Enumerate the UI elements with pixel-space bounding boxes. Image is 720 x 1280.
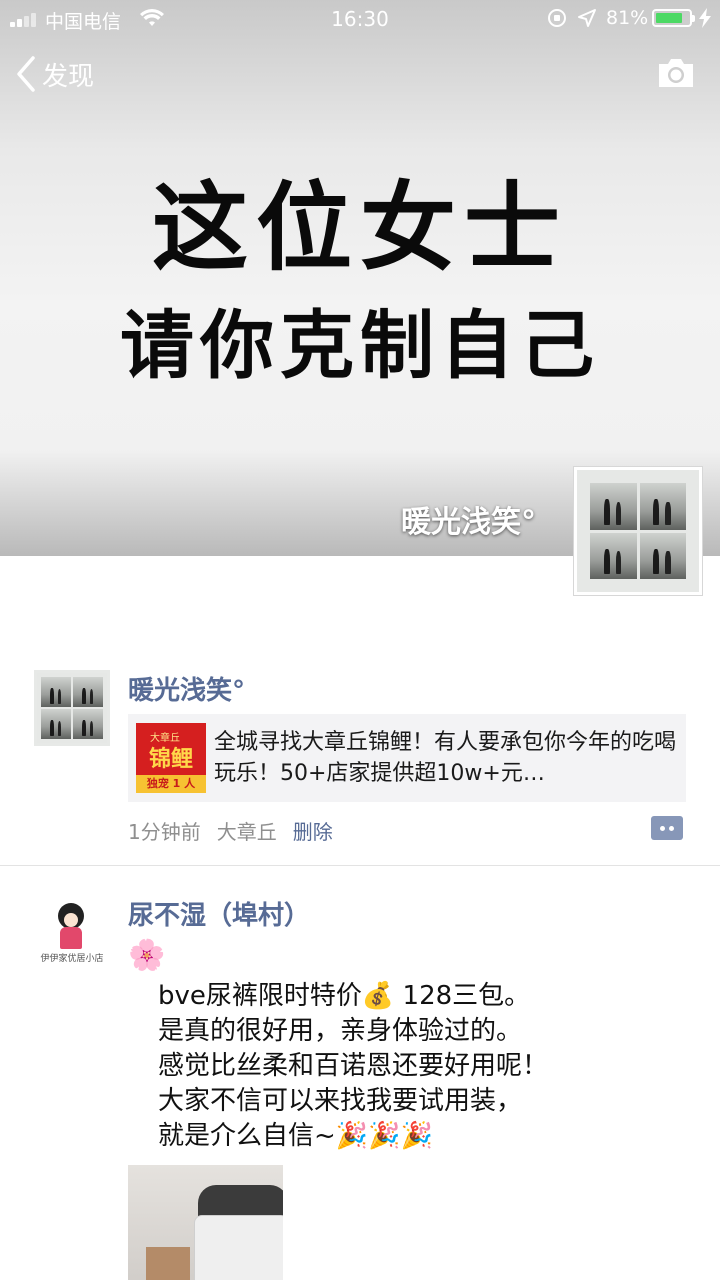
shop-logo-text: 伊伊家优居小店: [40, 954, 104, 964]
avatar-photo: [577, 470, 699, 592]
shared-link-title: 全城寻找大章丘锦鲤！有人要承包你今年的吃喝玩乐！50+店家提供超10w+元…: [214, 730, 677, 786]
flower-emoji: 🌸: [128, 938, 166, 973]
battery-icon: [652, 9, 695, 27]
back-button[interactable]: 发现: [16, 54, 94, 94]
shared-link-thumbnail: 大章丘 锦鲤 独宠 1 人: [136, 723, 206, 793]
post-time: 1分钟前: [128, 820, 201, 844]
back-label: 发现: [42, 61, 95, 92]
post-location[interactable]: 大章丘: [217, 816, 277, 845]
post-author-avatar[interactable]: 伊伊家优居小店: [34, 895, 110, 971]
delete-button[interactable]: 删除: [293, 816, 333, 845]
camera-icon[interactable]: [656, 56, 696, 90]
status-bar: 中国电信 16:30 81%: [0, 0, 720, 40]
cover-title: 这位女士: [152, 172, 568, 284]
moment-post: 暖光浅笑° 大章丘 锦鲤 独宠 1 人 全城寻找大章丘锦鲤！有人要承包你今年的吃…: [0, 650, 720, 866]
profile-avatar[interactable]: [573, 466, 703, 596]
profile-name[interactable]: 暖光浅笑°: [401, 497, 536, 541]
post-meta: 1分钟前 大章丘 删除: [128, 816, 333, 845]
location-arrow-icon: [578, 9, 596, 27]
rotation-lock-icon: [548, 9, 566, 27]
post-text: 🌸 bve尿裤限时特价💰 128三包。 是真的很好用，亲身体验过的。 感觉比丝柔…: [128, 937, 548, 1154]
cover-subtitle: 请你克制自己: [120, 303, 600, 389]
post-text-lines: bve尿裤限时特价💰 128三包。 是真的很好用，亲身体验过的。 感觉比丝柔和百…: [158, 981, 549, 1151]
post-author-name[interactable]: 尿不湿（埠村）: [128, 895, 310, 932]
post-author-name[interactable]: 暖光浅笑°: [128, 670, 245, 707]
chevron-left-icon: [17, 56, 35, 92]
charging-bolt-icon: [699, 8, 711, 28]
shop-logo: 伊伊家优居小店: [34, 895, 110, 971]
avatar-photo: [37, 673, 107, 743]
post-author-avatar[interactable]: [34, 670, 110, 746]
shared-link-card[interactable]: 大章丘 锦鲤 独宠 1 人 全城寻找大章丘锦鲤！有人要承包你今年的吃喝玩乐！50…: [128, 714, 686, 802]
moment-post: 伊伊家优居小店 尿不湿（埠村） 🌸 bve尿裤限时特价💰 128三包。 是真的很…: [0, 867, 720, 1280]
comment-menu-icon[interactable]: [651, 816, 683, 840]
battery-percent: 81%: [606, 7, 649, 29]
post-image[interactable]: [128, 1165, 283, 1280]
